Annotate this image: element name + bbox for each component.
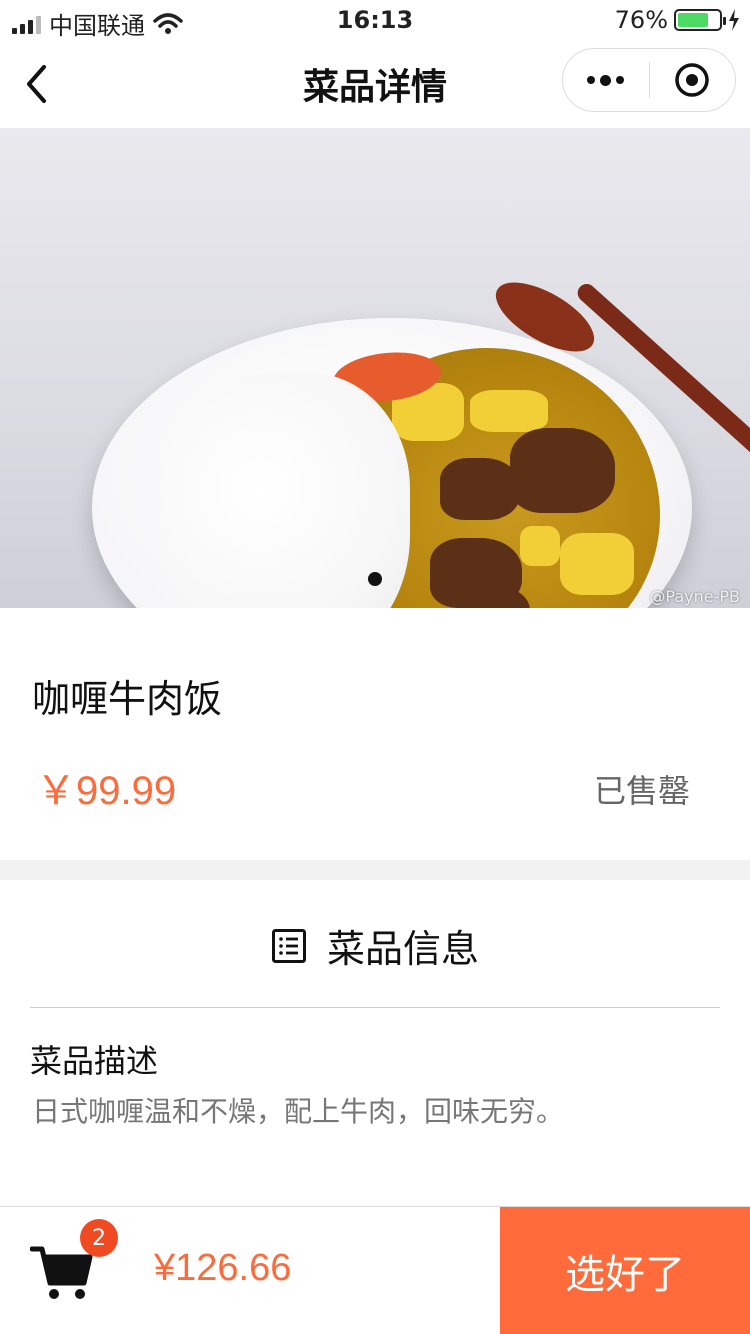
dish-info-section: 菜品信息 菜品描述 日式咖喱温和不燥，配上牛肉，回味无穷。	[0, 880, 750, 1206]
potato	[560, 533, 634, 595]
description-label: 菜品描述	[30, 1042, 159, 1080]
charging-icon	[729, 9, 739, 31]
battery-icon	[674, 9, 726, 31]
sold-out-status: 已售罄	[593, 772, 690, 810]
potato	[520, 526, 560, 566]
info-header: 菜品信息	[0, 918, 750, 973]
nav-bar: 菜品详情	[0, 40, 750, 128]
cart-count-badge: 2	[80, 1219, 118, 1257]
potato	[470, 390, 548, 432]
battery-percent: 76%	[614, 6, 668, 34]
divider	[30, 1007, 720, 1008]
target-close-icon	[675, 63, 709, 97]
carousel-dot[interactable]	[368, 572, 382, 586]
bottom-cart-bar: 2 ¥126.66 选好了	[0, 1206, 750, 1334]
close-miniprogram-button[interactable]	[650, 49, 736, 111]
miniprogram-capsule	[562, 48, 736, 112]
dish-image-carousel[interactable]: @Payne-PB	[0, 128, 750, 608]
more-dots-icon	[587, 74, 625, 86]
dish-name: 咖喱牛肉饭	[32, 677, 223, 721]
list-icon	[271, 928, 306, 963]
image-watermark: @Payne-PB	[649, 587, 740, 606]
dish-summary: 咖喱牛肉饭 ￥99.99 已售罄	[0, 608, 750, 860]
checkout-button[interactable]: 选好了	[500, 1207, 750, 1334]
cart-total: ¥126.66	[154, 1247, 292, 1289]
more-button[interactable]	[563, 49, 649, 111]
beef	[510, 428, 615, 513]
battery-fill	[678, 13, 709, 27]
status-bar: 中国联通 16:13 76%	[0, 0, 750, 40]
beef	[440, 458, 520, 520]
info-section-title: 菜品信息	[326, 927, 479, 971]
status-right: 76%	[615, 6, 740, 34]
dish-price: ￥99.99	[36, 769, 177, 813]
description-text: 日式咖喱温和不燥，配上牛肉，回味无穷。	[32, 1095, 565, 1128]
